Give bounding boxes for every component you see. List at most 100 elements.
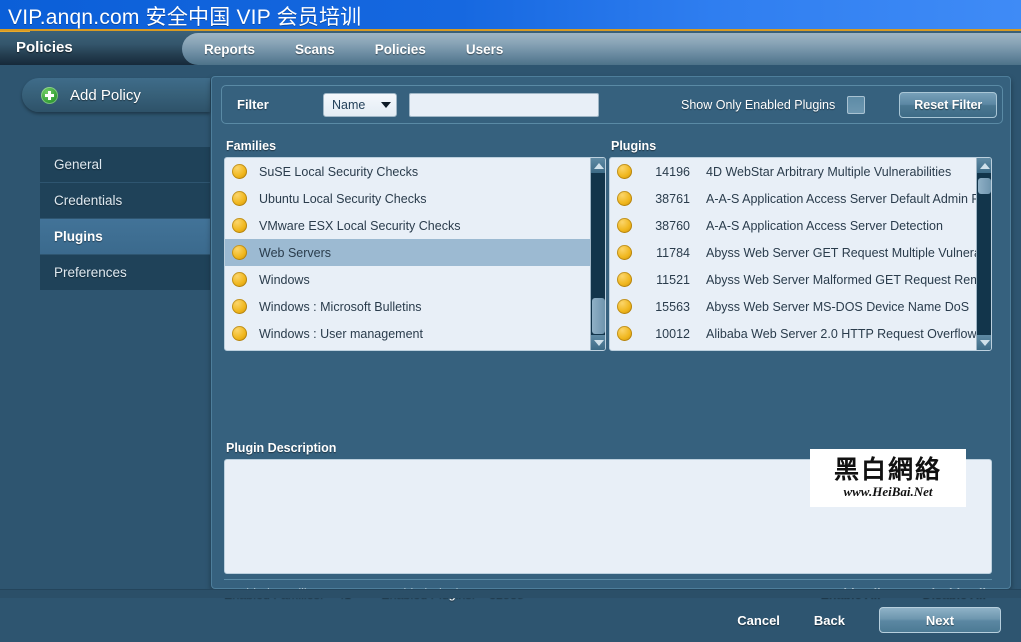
plugins-title: Plugins <box>611 139 657 153</box>
family-status-dot-icon <box>232 245 247 260</box>
plugin-id: 38761 <box>655 191 690 206</box>
family-name: Windows <box>259 272 310 287</box>
plugins-scrollbar-thumb[interactable] <box>978 178 991 194</box>
plugin-name: A-A-S Application Access Server Detectio… <box>706 218 943 233</box>
tab-users[interactable]: Users <box>466 42 504 57</box>
family-status-dot-icon <box>232 272 247 287</box>
show-only-enabled-checkbox[interactable] <box>847 95 866 114</box>
plugin-row[interactable]: 38761 A-A-S Application Access Server De… <box>610 185 976 212</box>
plugin-status-dot-icon <box>617 164 632 179</box>
family-row[interactable]: VMware ESX Local Security Checks <box>225 212 590 239</box>
watermark-url-text: www.HeiBai.Net <box>843 483 933 499</box>
page-title: Policies <box>16 39 73 56</box>
plugin-description-title: Plugin Description <box>226 441 337 455</box>
tab-policies[interactable]: Policies <box>375 42 426 57</box>
plugins-list: 14196 4D WebStar Arbitrary Multiple Vuln… <box>609 157 992 351</box>
family-name: SuSE Local Security Checks <box>259 164 419 179</box>
family-row[interactable]: Windows : Microsoft Bulletins <box>225 293 590 320</box>
family-status-dot-icon <box>232 299 247 314</box>
family-status-dot-icon <box>232 326 247 341</box>
nav-tab-group: Reports Scans Policies Users <box>182 33 1021 65</box>
add-policy-label: Add Policy <box>70 86 141 104</box>
add-policy-button[interactable]: Add Policy <box>22 78 210 112</box>
plugin-row[interactable]: 38760 A-A-S Application Access Server De… <box>610 212 976 239</box>
back-button[interactable]: Back <box>814 613 845 628</box>
promo-banner: VIP.anqn.com 安全中国 VIP 会员培训 <box>0 0 1021 29</box>
scroll-up-arrow-icon[interactable] <box>591 158 605 173</box>
filter-bar: Filter Name Show Only Enabled Plugins Re… <box>221 85 1003 124</box>
sidebar-item-general[interactable]: General <box>40 147 210 183</box>
plugin-row[interactable]: 11521 Abyss Web Server Malformed GET Req… <box>610 266 976 293</box>
reset-filter-button[interactable]: Reset Filter <box>899 91 998 118</box>
plugin-status-dot-icon <box>617 272 632 287</box>
filter-field-select[interactable]: Name <box>323 92 397 117</box>
family-row-selected[interactable]: Web Servers <box>225 239 590 266</box>
families-scrollbar-thumb[interactable] <box>592 298 605 334</box>
family-name: Windows : User management <box>259 326 423 341</box>
filter-label: Filter <box>237 97 269 112</box>
watermark-cjk-text: 黑白網絡 <box>833 454 942 484</box>
plugin-name: Alibaba Web Server 2.0 HTTP Request Over… <box>706 326 976 341</box>
plugin-name: Abyss Web Server MS-DOS Device Name DoS <box>706 299 970 314</box>
top-navigation-bar: Policies Reports Scans Policies Users <box>0 29 1021 65</box>
sidebar-menu: General Credentials Plugins Preferences <box>40 147 210 291</box>
family-name: Ubuntu Local Security Checks <box>259 191 427 206</box>
families-list: SuSE Local Security Checks Ubuntu Local … <box>224 157 606 351</box>
plugins-rows: 14196 4D WebStar Arbitrary Multiple Vuln… <box>610 158 976 350</box>
family-row[interactable]: Windows <box>225 266 590 293</box>
family-name: VMware ESX Local Security Checks <box>259 218 461 233</box>
filter-field-select-value: Name <box>332 97 366 112</box>
plugin-name: A-A-S Application Access Server Default … <box>706 191 976 206</box>
plugin-status-dot-icon <box>617 245 632 260</box>
watermark-logo: 黑白網絡 www.HeiBai.Net <box>810 449 966 507</box>
plugin-row[interactable]: 10012 Alibaba Web Server 2.0 HTTP Reques… <box>610 320 976 347</box>
family-row[interactable]: Ubuntu Local Security Checks <box>225 185 590 212</box>
plugin-row[interactable]: 11784 Abyss Web Server GET Request Multi… <box>610 239 976 266</box>
plugin-id: 38760 <box>655 218 690 233</box>
plugin-status-dot-icon <box>617 218 632 233</box>
plugin-status-dot-icon <box>617 326 632 341</box>
family-row[interactable]: SuSE Local Security Checks <box>225 158 590 185</box>
sidebar-item-plugins[interactable]: Plugins <box>40 219 210 255</box>
scroll-down-arrow-icon[interactable] <box>591 335 605 350</box>
sidebar-item-preferences[interactable]: Preferences <box>40 255 210 291</box>
family-status-dot-icon <box>232 164 247 179</box>
plugin-id: 11784 <box>656 245 690 260</box>
scroll-up-arrow-icon[interactable] <box>977 158 991 173</box>
plugin-id: 10012 <box>655 326 690 341</box>
families-scrollbar[interactable] <box>590 158 605 350</box>
plugin-name: 4D WebStar Arbitrary Multiple Vulnerabil… <box>706 164 952 179</box>
show-only-enabled-label: Show Only Enabled Plugins <box>681 97 836 112</box>
plugin-id: 11521 <box>656 272 690 287</box>
filter-search-input[interactable] <box>409 92 599 117</box>
next-button[interactable]: Next <box>879 607 1001 633</box>
plus-circle-icon <box>41 86 58 104</box>
plugin-row[interactable]: 14196 4D WebStar Arbitrary Multiple Vuln… <box>610 158 976 185</box>
plugin-name: Abyss Web Server GET Request Multiple Vu… <box>706 245 976 260</box>
sidebar: Add Policy General Credentials Plugins P… <box>0 65 215 598</box>
family-name: Windows : Microsoft Bulletins <box>259 299 422 314</box>
plugin-id: 14196 <box>655 164 690 179</box>
plugin-row[interactable]: 15563 Abyss Web Server MS-DOS Device Nam… <box>610 293 976 320</box>
plugin-id: 15563 <box>655 299 690 314</box>
sidebar-item-credentials[interactable]: Credentials <box>40 183 210 219</box>
families-title: Families <box>226 139 277 153</box>
plugins-scrollbar[interactable] <box>976 158 991 350</box>
family-status-dot-icon <box>232 191 247 206</box>
families-rows: SuSE Local Security Checks Ubuntu Local … <box>225 158 590 350</box>
plugin-name: Abyss Web Server Malformed GET Request R… <box>706 272 976 287</box>
main-body: Add Policy General Credentials Plugins P… <box>0 65 1021 633</box>
wizard-footer-actions: Cancel Back Next <box>211 598 1011 642</box>
promo-banner-text: VIP.anqn.com 安全中国 VIP 会员培训 <box>8 6 362 29</box>
plugin-status-dot-icon <box>617 299 632 314</box>
cancel-button[interactable]: Cancel <box>737 613 780 628</box>
scroll-down-arrow-icon[interactable] <box>977 335 991 350</box>
family-status-dot-icon <box>232 218 247 233</box>
family-row[interactable]: Windows : User management <box>225 320 590 347</box>
plugins-content-panel: Filter Name Show Only Enabled Plugins Re… <box>211 76 1011 601</box>
plugin-status-dot-icon <box>617 191 632 206</box>
tab-scans[interactable]: Scans <box>295 42 335 57</box>
family-name: Web Servers <box>259 245 332 260</box>
chevron-down-icon <box>381 101 391 108</box>
tab-reports[interactable]: Reports <box>204 42 255 57</box>
